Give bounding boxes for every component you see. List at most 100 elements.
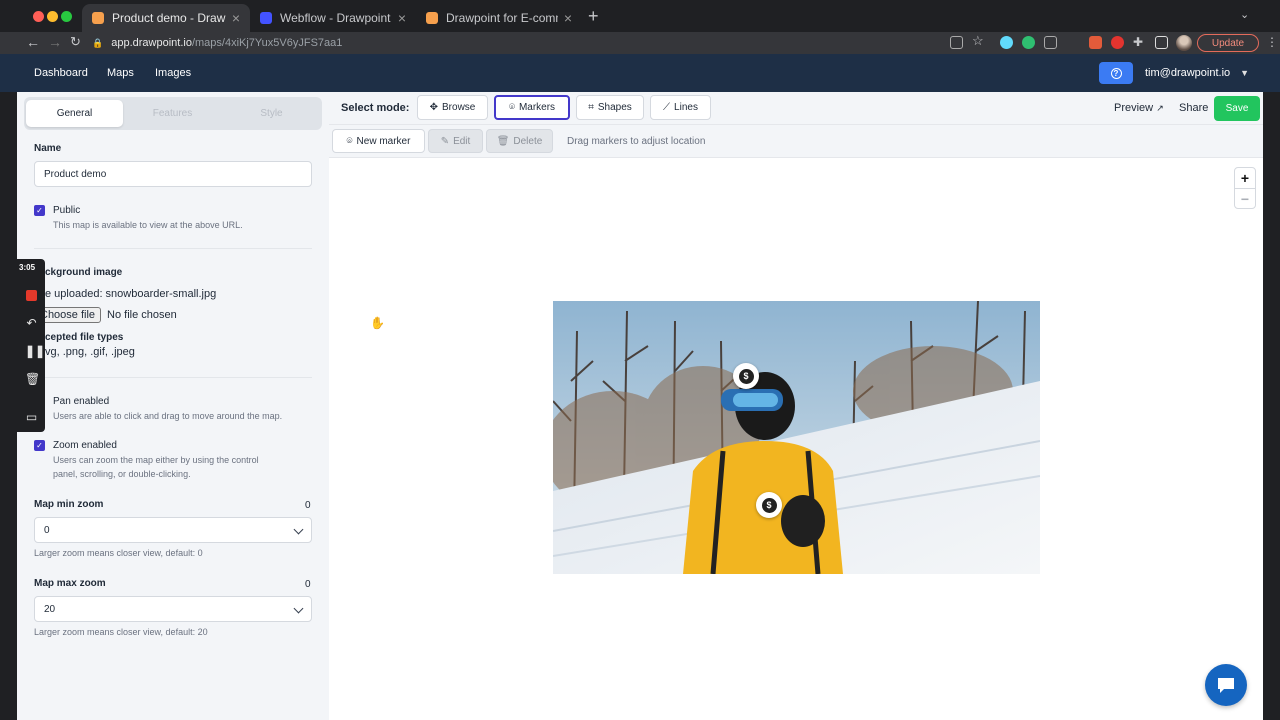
window-minimize-button[interactable] [47, 11, 58, 22]
chevron-down-icon[interactable]: ⌄ [1240, 8, 1249, 21]
max-zoom-label: Map max zoom [34, 578, 106, 589]
pause-icon[interactable]: ❚❚ [25, 345, 45, 358]
chat-support-button[interactable] [1205, 664, 1247, 706]
recording-time: 3:05 [19, 263, 36, 272]
help-button[interactable]: ? [1099, 62, 1133, 84]
name-input[interactable]: Product demo [34, 161, 312, 187]
public-label: Public [53, 205, 81, 216]
tab-features[interactable]: Features [124, 100, 221, 127]
max-zoom-help: Larger zoom means closer view, default: … [34, 627, 208, 637]
webflow-favicon-icon [260, 12, 272, 24]
forward-arrow-icon[interactable]: → [48, 34, 62, 50]
mode-label: Browse [442, 102, 476, 113]
zoom-out-button[interactable]: − [1235, 188, 1255, 208]
window-edge [1263, 92, 1280, 720]
extension-lastpass-icon[interactable] [1111, 36, 1124, 49]
select-mode-label: Select mode: [341, 102, 410, 114]
min-zoom-select[interactable]: 0 [34, 517, 312, 543]
public-checkbox[interactable]: ✓ [34, 205, 45, 216]
extension-color-picker-icon[interactable] [1044, 36, 1057, 49]
max-zoom-count: 0 [305, 579, 311, 590]
stop-recording-icon[interactable] [25, 289, 38, 302]
tab-label: Product demo - Drawpoint [112, 11, 226, 25]
share-link[interactable]: Share [1179, 102, 1208, 114]
min-zoom-value: 0 [44, 524, 50, 536]
close-icon[interactable]: × [232, 10, 240, 26]
mode-label: Markers [518, 102, 556, 113]
close-icon[interactable]: × [398, 10, 406, 26]
trash-icon[interactable]: 🗑 [25, 373, 40, 386]
accepted-types-list: vg, .png, .gif, .jpeg [45, 346, 135, 358]
map-background-image[interactable]: $ $ [553, 301, 1040, 574]
delete-button[interactable]: 🗑 Delete [486, 129, 553, 153]
more-menu-icon[interactable]: ⋮ [1266, 35, 1278, 49]
new-tab-icon[interactable]: + [588, 6, 599, 27]
chevron-down-icon [293, 524, 304, 535]
zoom-enabled-checkbox[interactable]: ✓ [34, 440, 45, 451]
camera-icon[interactable]: ▭ [25, 411, 38, 424]
map-pin-icon: ⌾ [346, 135, 353, 147]
max-zoom-select[interactable]: 20 [34, 596, 312, 622]
preview-label: Preview [1114, 102, 1154, 114]
tab-product-demo[interactable]: Product demo - Drawpoint × [82, 4, 250, 32]
button-label: New marker [356, 135, 411, 147]
undo-icon[interactable]: ↶ [25, 317, 38, 330]
zoom-enabled-description: Users can zoom the map either by using t… [53, 455, 259, 465]
save-button[interactable]: Save [1214, 96, 1260, 121]
close-icon[interactable]: × [564, 10, 572, 26]
mode-markers-button[interactable]: ⌾ Markers [494, 95, 570, 120]
divider [34, 248, 312, 249]
window-close-button[interactable] [33, 11, 44, 22]
url-host: app.drawpoint.io [111, 37, 192, 49]
settings-tabs: General Features Style [24, 97, 322, 130]
url-path: /maps/4xiKj7Yux5V6yJFS7aa1 [191, 37, 343, 49]
app-navbar: Dashboard Maps Images ? tim@drawpoint.io… [0, 54, 1280, 92]
accepted-types-label: cepted file types [45, 332, 124, 343]
nav-images[interactable]: Images [155, 67, 191, 79]
bookmark-star-icon[interactable]: ☆ [972, 33, 984, 49]
reload-icon[interactable]: ↻ [70, 34, 81, 50]
preview-link[interactable]: Preview ↗ [1114, 102, 1164, 114]
user-email: tim@drawpoint.io [1145, 67, 1231, 79]
back-arrow-icon[interactable]: ← [26, 34, 40, 50]
puzzle-extensions-icon[interactable]: ✚ [1133, 35, 1143, 49]
tab-general[interactable]: General [26, 100, 123, 127]
snowboarder-photo [553, 301, 1040, 574]
address-bar[interactable]: 🔒 app.drawpoint.io/maps/4xiKj7Yux5V6yJFS… [92, 35, 342, 51]
external-link-icon: ↗ [1156, 103, 1164, 113]
window-zoom-button[interactable] [61, 11, 72, 22]
pointer-icon: ✥ [429, 102, 439, 113]
edit-button[interactable]: ✎ Edit [428, 129, 483, 153]
side-panel-icon[interactable] [1155, 36, 1168, 49]
map-marker[interactable]: $ [756, 492, 782, 518]
user-menu[interactable]: tim@drawpoint.io ▼ [1145, 67, 1249, 79]
zoom-in-button[interactable]: + [1235, 168, 1255, 188]
react-devtools-icon[interactable] [1000, 36, 1013, 49]
nav-dashboard[interactable]: Dashboard [34, 67, 88, 79]
divider [34, 377, 312, 378]
mode-bar: Select mode: ✥ Browse ⌾ Markers ⌗ Shapes ⟋ L… [329, 92, 1263, 125]
mode-shapes-button[interactable]: ⌗ Shapes [576, 95, 644, 120]
name-label: Name [34, 143, 62, 154]
extension-green-icon[interactable] [1022, 36, 1035, 49]
lock-icon: 🔒 [92, 37, 104, 48]
tab-style[interactable]: Style [223, 100, 320, 127]
extension-red-icon[interactable] [1089, 36, 1102, 49]
mode-lines-button[interactable]: ⟋ Lines [650, 95, 711, 120]
chat-bubble-icon [1218, 678, 1234, 693]
map-marker[interactable]: $ [733, 363, 759, 389]
marker-actions-bar: ⌾ New marker ✎ Edit 🗑 Delete Drag markers t… [329, 125, 1263, 158]
nav-maps[interactable]: Maps [107, 67, 134, 79]
profile-avatar[interactable] [1176, 35, 1192, 51]
zoom-enabled-label: Zoom enabled [53, 440, 117, 451]
zoom-enabled-description: panel, scrolling, or double-clicking. [53, 469, 191, 479]
share-page-icon[interactable] [950, 36, 963, 49]
no-file-text: No file chosen [107, 309, 177, 321]
update-button[interactable]: Update [1197, 34, 1259, 52]
background-image-label: ckground image [45, 267, 123, 278]
mode-label: Shapes [597, 102, 632, 113]
new-marker-button[interactable]: ⌾ New marker [332, 129, 425, 153]
tab-webflow[interactable]: Webflow - Drawpoint × [250, 4, 416, 32]
tab-drawpoint-ecommerce[interactable]: Drawpoint for E-commerce × [416, 4, 582, 32]
mode-browse-button[interactable]: ✥ Browse [417, 95, 488, 120]
